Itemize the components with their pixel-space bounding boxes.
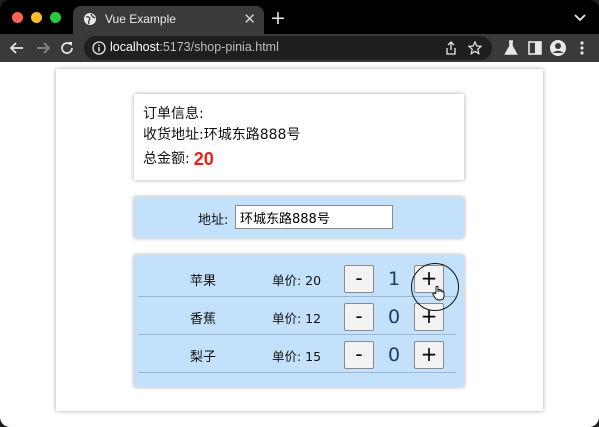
tab-bar: Vue Example ✕ + (0, 0, 599, 34)
address-bar[interactable]: localhost:5173/shop-pinia.html (84, 36, 492, 60)
url-host: localhost (110, 40, 160, 54)
tab-active[interactable]: Vue Example ✕ (73, 6, 264, 34)
product-name: 梨子 (190, 350, 217, 365)
forward-arrow-icon[interactable] (34, 39, 52, 57)
order-total-value: 20 (193, 148, 214, 169)
increase-button[interactable]: + (414, 265, 444, 293)
order-info-card: 订单信息: 收货地址:环城东路888号 总金额: 20 (134, 94, 464, 180)
order-total: 总金额: 20 (143, 146, 464, 172)
order-address-value: 环城东路888号 (203, 127, 301, 143)
flask-icon[interactable] (502, 39, 520, 57)
close-window-button[interactable] (12, 12, 23, 23)
decrease-button[interactable]: - (344, 341, 374, 369)
product-price: 单价: 20 (272, 273, 322, 288)
reload-icon[interactable] (58, 39, 76, 57)
browser-window: Vue Example ✕ + localhost:5173/shop-pini… (0, 0, 599, 427)
product-row: 梨子 单价: 15 - 0 + (138, 335, 456, 373)
back-arrow-icon[interactable] (8, 39, 26, 57)
order-heading: 订单信息: (143, 106, 204, 122)
page-viewport: 订单信息: 收货地址:环城东路888号 总金额: 20 地址: 苹果 单价: 2… (0, 62, 599, 427)
share-icon[interactable] (444, 41, 458, 55)
minimize-window-button[interactable] (31, 12, 42, 23)
new-tab-button[interactable]: + (270, 8, 286, 28)
decrease-button[interactable]: - (344, 303, 374, 331)
tab-close-icon[interactable]: ✕ (243, 10, 256, 28)
browser-toolbar: localhost:5173/shop-pinia.html (0, 34, 599, 62)
more-menu-icon[interactable] (573, 39, 591, 57)
decrease-button[interactable]: - (344, 265, 374, 293)
order-total-label: 总金额: (143, 150, 190, 167)
increase-button[interactable]: + (414, 341, 444, 369)
maximize-window-button[interactable] (50, 12, 61, 23)
address-form: 地址: (134, 197, 464, 238)
product-list: 苹果 单价: 20 - 1 + 香蕉 单价: 12 - 0 + 梨子 单价: 1… (134, 255, 464, 387)
profile-avatar-icon[interactable] (549, 39, 567, 57)
url-text: localhost:5173/shop-pinia.html (110, 40, 279, 54)
address-label: 地址: (198, 213, 229, 228)
tab-title: Vue Example (105, 12, 176, 26)
product-price: 单价: 12 (272, 311, 322, 326)
product-quantity: 0 (387, 306, 401, 328)
product-name: 香蕉 (190, 312, 217, 327)
order-address-label: 收货地址: (143, 127, 204, 143)
url-path: :5173/shop-pinia.html (159, 40, 279, 54)
order-address: 收货地址:环城东路888号 (143, 125, 464, 146)
chevron-down-icon[interactable] (573, 10, 587, 24)
sidebar-icon[interactable] (526, 39, 544, 57)
info-icon[interactable] (92, 41, 106, 55)
globe-icon (84, 13, 96, 25)
product-quantity: 0 (387, 344, 401, 366)
product-quantity: 1 (387, 268, 401, 290)
product-name: 苹果 (190, 274, 217, 289)
bookmark-star-icon[interactable] (468, 41, 482, 55)
app-container: 订单信息: 收货地址:环城东路888号 总金额: 20 地址: 苹果 单价: 2… (56, 69, 543, 411)
increase-button[interactable]: + (414, 303, 444, 331)
product-row: 香蕉 单价: 12 - 0 + (138, 297, 456, 335)
address-input[interactable] (235, 205, 393, 229)
product-price: 单价: 15 (272, 349, 322, 364)
product-row: 苹果 单价: 20 - 1 + (138, 259, 456, 297)
